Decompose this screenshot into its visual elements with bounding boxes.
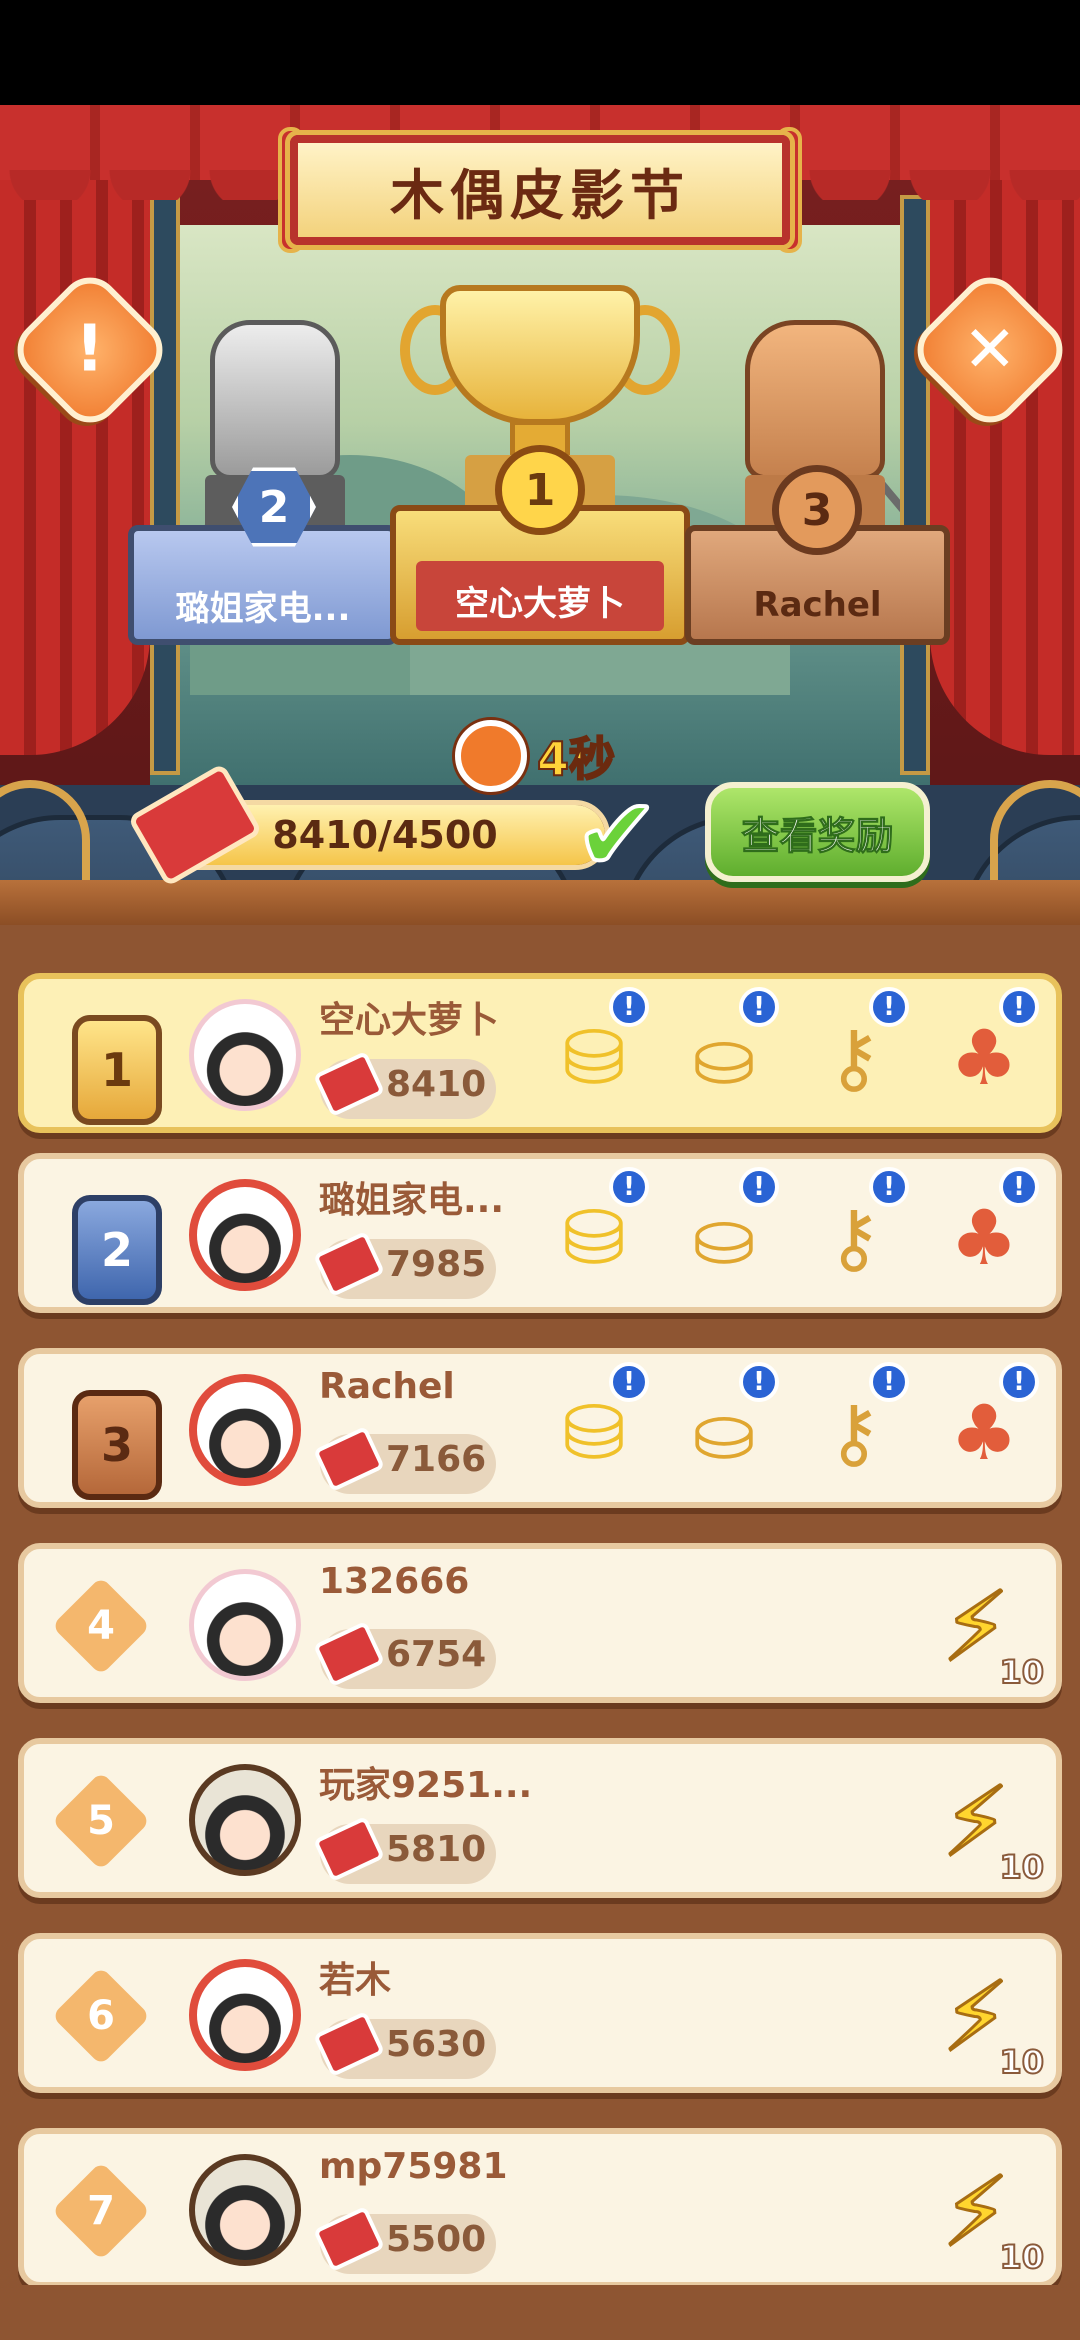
player-score: 5810	[386, 1829, 487, 1870]
leaderboard-row[interactable]: 7 mp75981 5500 ⚡ 10	[18, 2128, 1062, 2285]
reward-item[interactable]: ⛁!	[539, 1167, 649, 1287]
player-name: 空心大萝卜	[319, 1000, 500, 1041]
player-score: 7166	[386, 1439, 487, 1480]
info-badge-icon: !	[609, 987, 649, 1027]
energy-reward[interactable]: ⚡ 10	[934, 1960, 1045, 2083]
event-title: 木偶皮影节	[390, 163, 690, 227]
silver-fist-trophy-icon	[210, 320, 340, 480]
info-badge-icon: !	[999, 1362, 1039, 1402]
reward-item[interactable]: ⛀!	[669, 1362, 779, 1482]
player-name: 璐姐家电...	[319, 1180, 505, 1221]
curtain-right	[930, 165, 1080, 755]
energy-reward[interactable]: ⚡ 10	[934, 1765, 1045, 1888]
podium-name: 璐姐家电...	[175, 588, 351, 629]
player-name: mp75981	[319, 2146, 508, 2187]
reward-item[interactable]: ⛀!	[669, 1167, 779, 1287]
rank-badge-third: 3	[772, 465, 862, 555]
exclamation-icon: !	[75, 313, 105, 387]
reward-item[interactable]: ♣!	[929, 1362, 1039, 1482]
leaderboard-list[interactable]: 1 空心大萝卜 8410 ⛁! ⛀! ⚷! ♣! 2 璐姐家电... 7985 …	[0, 925, 1080, 2285]
energy-reward[interactable]: ⚡ 10	[934, 1570, 1045, 1693]
leaderboard-row[interactable]: 3 Rachel 7166 ⛁! ⛀! ⚷! ♣!	[18, 1348, 1062, 1508]
avatar[interactable]	[189, 1569, 301, 1681]
silver-trophy-icon: 2	[72, 1195, 162, 1305]
avatar[interactable]	[189, 999, 301, 1111]
player-name: 若木	[319, 1960, 392, 2001]
info-badge-icon: !	[609, 1362, 649, 1402]
leaderboard-row[interactable]: 1 空心大萝卜 8410 ⛁! ⛀! ⚷! ♣!	[18, 973, 1062, 1133]
info-badge-icon: !	[739, 987, 779, 1027]
stopwatch-icon	[455, 720, 527, 792]
reward-count: 10	[998, 1847, 1045, 1887]
leaderboard-row[interactable]: 4 132666 6754 ⚡ 10	[18, 1543, 1062, 1703]
leaderboard-row[interactable]: 2 璐姐家电... 7985 ⛁! ⛀! ⚷! ♣!	[18, 1153, 1062, 1313]
reward-count: 10	[998, 1652, 1045, 1692]
reward-item[interactable]: ⛁!	[539, 1362, 649, 1482]
player-name: Rachel	[319, 1366, 455, 1407]
avatar[interactable]	[189, 1179, 301, 1291]
rank-medal: 2	[64, 1187, 162, 1305]
info-badge-icon: !	[869, 1362, 909, 1402]
player-score: 5630	[386, 2024, 487, 2065]
reward-item[interactable]: ⛁!	[539, 987, 649, 1107]
view-rewards-button[interactable]: 查看奖励	[705, 782, 930, 882]
rank-number: 4	[87, 1603, 115, 1649]
player-score: 8410	[386, 1064, 487, 1105]
reward-item[interactable]: ♣!	[929, 1167, 1039, 1287]
reward-item[interactable]: ⚷!	[799, 1362, 909, 1482]
info-badge-icon: !	[739, 1167, 779, 1207]
rank-medal: 3	[64, 1382, 162, 1500]
checkmark-icon: ✔	[573, 776, 661, 893]
info-badge-icon: !	[609, 1167, 649, 1207]
reward-item[interactable]: ⚷!	[799, 987, 909, 1107]
player-name: 132666	[319, 1561, 470, 1602]
leaderboard-row[interactable]: 5 玩家9251... 5810 ⚡ 10	[18, 1738, 1062, 1898]
avatar[interactable]	[189, 1764, 301, 1876]
info-badge-icon: !	[739, 1362, 779, 1402]
rank-number: 5	[87, 1798, 115, 1844]
player-score: 6754	[386, 1634, 487, 1675]
reward-count: 10	[998, 2237, 1045, 2277]
stage-pillar-left	[150, 195, 180, 775]
rank-badge-first: 1	[495, 445, 585, 535]
reward-count: 10	[998, 2042, 1045, 2082]
info-badge-icon: !	[869, 987, 909, 1027]
event-title-plaque: 木偶皮影节	[290, 135, 790, 245]
energy-reward[interactable]: ⚡ 10	[934, 2155, 1045, 2278]
podium-name: Rachel	[753, 585, 882, 625]
info-badge-icon: !	[999, 1167, 1039, 1207]
leaderboard-row[interactable]: 6 若木 5630 ⚡ 10	[18, 1933, 1062, 2093]
bronze-trophy-icon: 3	[72, 1390, 162, 1500]
status-bar	[0, 0, 1080, 105]
reward-item[interactable]: ⚷!	[799, 1167, 909, 1287]
info-badge-icon: !	[999, 987, 1039, 1027]
close-icon: ✕	[963, 313, 1017, 387]
rank-number: 7	[87, 2188, 115, 2234]
curtain-left	[0, 165, 150, 755]
player-name: 玩家9251...	[319, 1765, 533, 1806]
player-score: 5500	[386, 2219, 487, 2260]
bronze-hand-trophy-icon	[745, 320, 885, 480]
rank-number: 6	[87, 1993, 115, 2039]
avatar[interactable]	[189, 2154, 301, 2266]
info-badge-icon: !	[869, 1167, 909, 1207]
stage-pillar-right	[900, 195, 930, 775]
gold-trophy-icon: 1	[72, 1015, 162, 1125]
player-score: 7985	[386, 1244, 487, 1285]
avatar[interactable]	[189, 1959, 301, 2071]
stage-floor	[0, 880, 1080, 925]
rank-medal: 1	[64, 1007, 162, 1125]
avatar[interactable]	[189, 1374, 301, 1486]
reward-item[interactable]: ⛀!	[669, 987, 779, 1107]
reward-item[interactable]: ♣!	[929, 987, 1039, 1107]
podium-name: 空心大萝卜	[455, 583, 625, 624]
bottom-edge	[0, 2285, 1080, 2340]
